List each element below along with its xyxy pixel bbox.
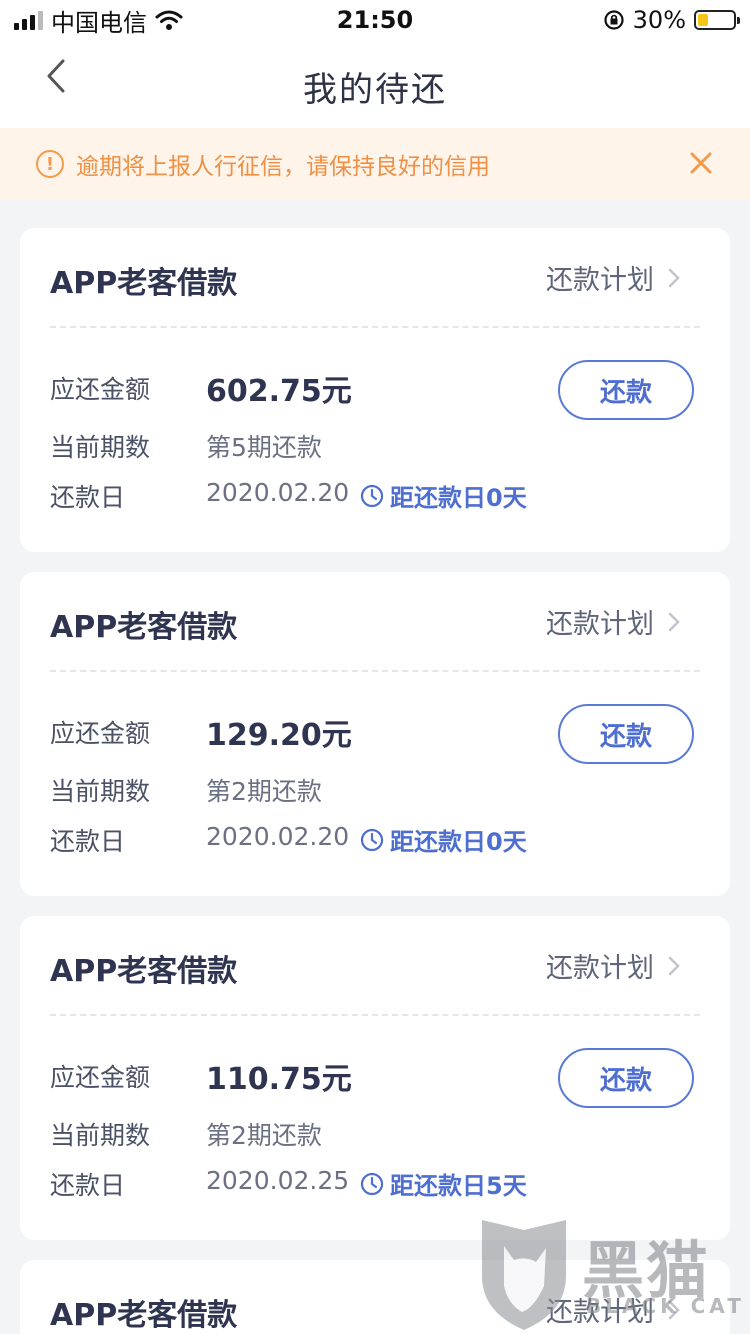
loan-title: APP老客借款 <box>50 266 238 301</box>
countdown-text: 距还款日5天 <box>390 1172 527 1200</box>
repayment-plan-link[interactable]: 还款计划 <box>546 602 680 641</box>
close-icon <box>690 152 712 174</box>
clock-icon <box>360 828 384 851</box>
rotation-lock-icon <box>604 10 624 30</box>
period-label: 当前期数 <box>50 777 151 806</box>
due-date-value: 2020.02.20 <box>206 822 350 851</box>
amount-label: 应还金额 <box>50 719 151 748</box>
repayment-plan-link[interactable]: 还款计划 <box>546 946 680 985</box>
countdown-text: 距还款日0天 <box>390 828 527 856</box>
pay-button[interactable]: 还款 <box>558 360 694 420</box>
black-cat-watermark: 黑猫 BLACK CAT <box>470 1214 750 1334</box>
loan-title: APP老客借款 <box>50 610 238 645</box>
countdown: 距还款日5天 <box>360 1166 527 1201</box>
amount-label: 应还金额 <box>50 1063 151 1092</box>
nav-bar: 我的待还 <box>0 40 750 128</box>
repayment-plan-link[interactable]: 还款计划 <box>546 258 680 297</box>
period-label: 当前期数 <box>50 1121 151 1150</box>
loan-card: APP老客借款 还款计划 应还金额 602.75元 还款 当前期数 第5期还款 … <box>20 228 730 552</box>
divider <box>50 326 700 328</box>
period-value: 第5期还款 <box>206 433 322 462</box>
divider <box>50 670 700 672</box>
chevron-right-icon <box>668 612 680 631</box>
period-label: 当前期数 <box>50 433 151 462</box>
loan-title: APP老客借款 <box>50 1298 238 1333</box>
battery-percent: 30% <box>632 6 686 34</box>
battery-icon <box>694 10 740 30</box>
loan-card: APP老客借款 还款计划 应还金额 110.75元 还款 当前期数 第2期还款 … <box>20 916 730 1240</box>
countdown: 距还款日0天 <box>360 822 527 857</box>
notice-banner: ! 逾期将上报人行征信，请保持良好的信用 <box>0 128 750 200</box>
due-date-label: 还款日 <box>50 483 126 512</box>
due-date-value: 2020.02.25 <box>206 1166 350 1195</box>
repayment-plan-label: 还款计划 <box>546 265 654 296</box>
due-date-value: 2020.02.20 <box>206 478 350 507</box>
status-right: 30% <box>603 6 740 34</box>
notice-close-button[interactable] <box>688 150 714 176</box>
repayment-plan-label: 还款计划 <box>546 953 654 984</box>
pay-button[interactable]: 还款 <box>558 1048 694 1108</box>
repayment-plan-label: 还款计划 <box>546 609 654 640</box>
loan-card: APP老客借款 还款计划 应还金额 129.20元 还款 当前期数 第2期还款 … <box>20 572 730 896</box>
cat-shield-icon <box>482 1220 566 1330</box>
period-value: 第2期还款 <box>206 1121 322 1150</box>
countdown: 距还款日0天 <box>360 478 527 513</box>
amount-value: 110.75元 <box>206 1062 352 1097</box>
signal-icon <box>14 10 43 30</box>
amount-label: 应还金额 <box>50 375 151 404</box>
status-bar: 中国电信 21:50 30% <box>0 0 750 40</box>
countdown-text: 距还款日0天 <box>390 484 527 512</box>
page-title: 我的待还 <box>303 70 447 110</box>
period-value: 第2期还款 <box>206 777 322 806</box>
amount-value: 129.20元 <box>206 718 352 753</box>
status-left: 中国电信 <box>14 3 183 38</box>
alert-circle-icon: ! <box>36 150 64 178</box>
wifi-icon <box>155 10 183 30</box>
clock-icon <box>360 1172 384 1195</box>
chevron-right-icon <box>668 268 680 287</box>
notice-text: 逾期将上报人行征信，请保持良好的信用 <box>76 154 490 180</box>
pay-button[interactable]: 还款 <box>558 704 694 764</box>
loan-title: APP老客借款 <box>50 954 238 989</box>
watermark-subtext: BLACK CAT <box>586 1294 745 1318</box>
amount-value: 602.75元 <box>206 374 352 409</box>
chevron-right-icon <box>668 956 680 975</box>
clock-icon <box>360 484 384 507</box>
divider <box>50 1014 700 1016</box>
due-date-label: 还款日 <box>50 827 126 856</box>
carrier-label: 中国电信 <box>51 8 147 37</box>
battery-fill <box>698 14 709 26</box>
due-date-label: 还款日 <box>50 1171 126 1200</box>
